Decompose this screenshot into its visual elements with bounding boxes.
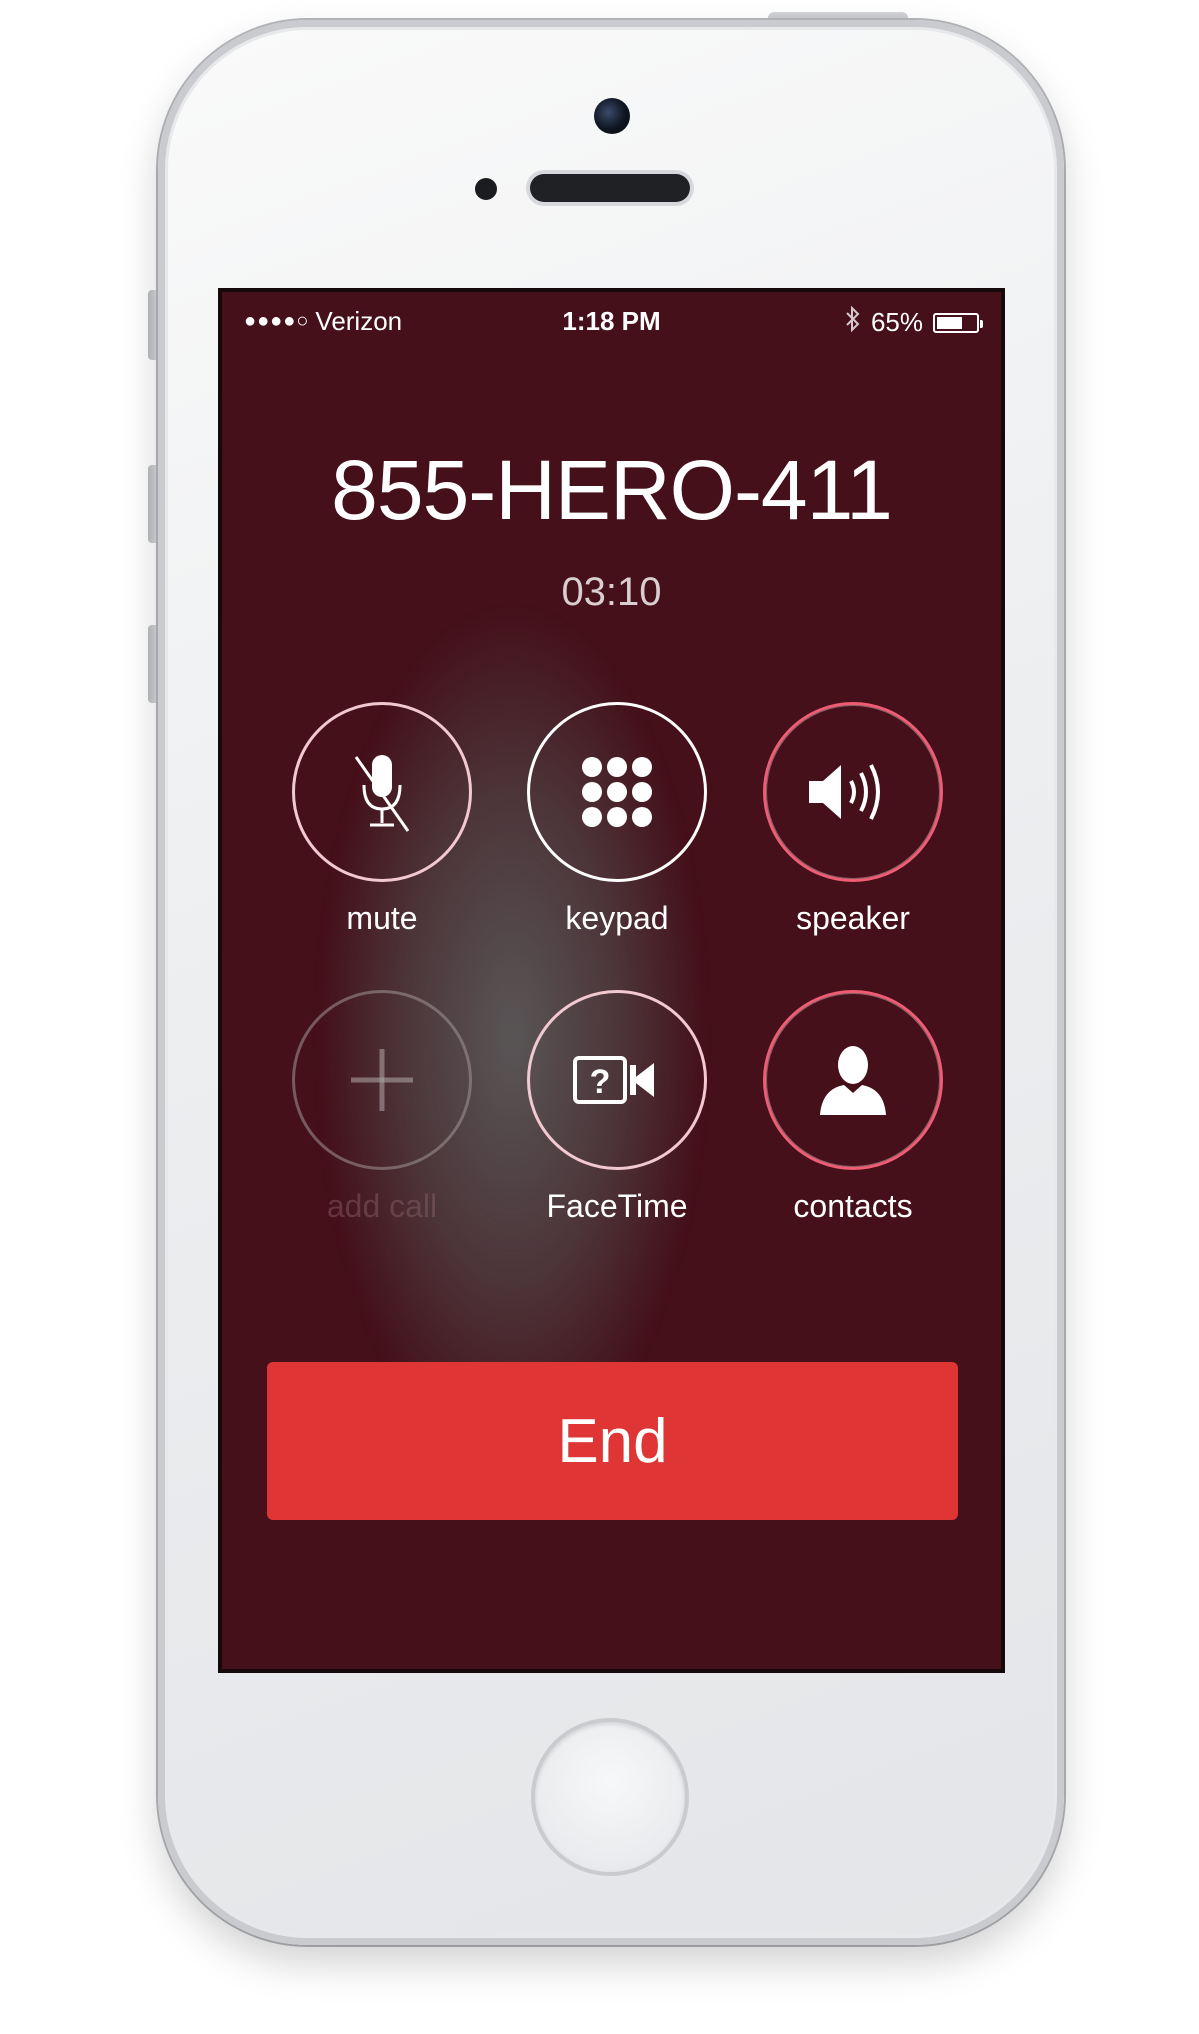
keypad-label: keypad <box>565 900 669 936</box>
facetime-button[interactable]: ? FaceTime <box>527 990 707 1224</box>
plus-icon <box>351 1049 413 1111</box>
add-call-button[interactable]: add call <box>292 990 472 1224</box>
bluetooth-icon <box>845 305 861 339</box>
keypad-circle[interactable] <box>527 702 707 882</box>
caller-number: 855-HERO-411 <box>331 443 893 537</box>
mute-label: mute <box>346 900 418 936</box>
mute-circle[interactable] <box>292 702 472 882</box>
add-call-label: add call <box>326 1188 438 1224</box>
battery-info: 65% <box>845 305 983 339</box>
proximity-sensor <box>475 178 497 200</box>
battery-fill <box>937 316 962 329</box>
facetime-label: FaceTime <box>546 1188 688 1224</box>
svg-text:?: ? <box>590 1063 611 1101</box>
facetime-camera-icon: ? <box>573 1056 654 1104</box>
battery-tip <box>980 319 983 328</box>
contacts-label: contacts <box>793 1188 913 1224</box>
mute-button[interactable]: mute <box>292 702 472 936</box>
call-duration: 03:10 <box>561 570 662 614</box>
end-call-button[interactable]: End <box>267 1362 958 1520</box>
speaker-circle[interactable] <box>763 702 943 882</box>
battery-icon <box>933 312 983 333</box>
add-call-circle[interactable] <box>292 990 472 1170</box>
status-bar: ●●●●○ Verizon 1:18 PM 65% <box>222 292 1001 348</box>
microphone-slash-icon <box>354 755 410 832</box>
battery-percent: 65% <box>870 307 923 337</box>
facetime-circle[interactable]: ? <box>527 990 707 1170</box>
call-screen: ●●●●○ Verizon 1:18 PM 65% 855-HERO-411 0… <box>218 288 1005 1673</box>
speaker-label: speaker <box>796 900 910 936</box>
contacts-button[interactable]: contacts <box>763 990 943 1224</box>
keypad-button[interactable]: keypad <box>527 702 707 936</box>
contacts-circle[interactable] <box>763 990 943 1170</box>
front-camera <box>594 98 630 134</box>
speaker-icon <box>809 764 880 820</box>
home-button[interactable] <box>531 1718 689 1876</box>
person-icon <box>820 1046 886 1115</box>
speaker-button[interactable]: speaker <box>763 702 943 936</box>
keypad-grid-icon <box>582 757 652 827</box>
earpiece-speaker <box>530 174 690 202</box>
